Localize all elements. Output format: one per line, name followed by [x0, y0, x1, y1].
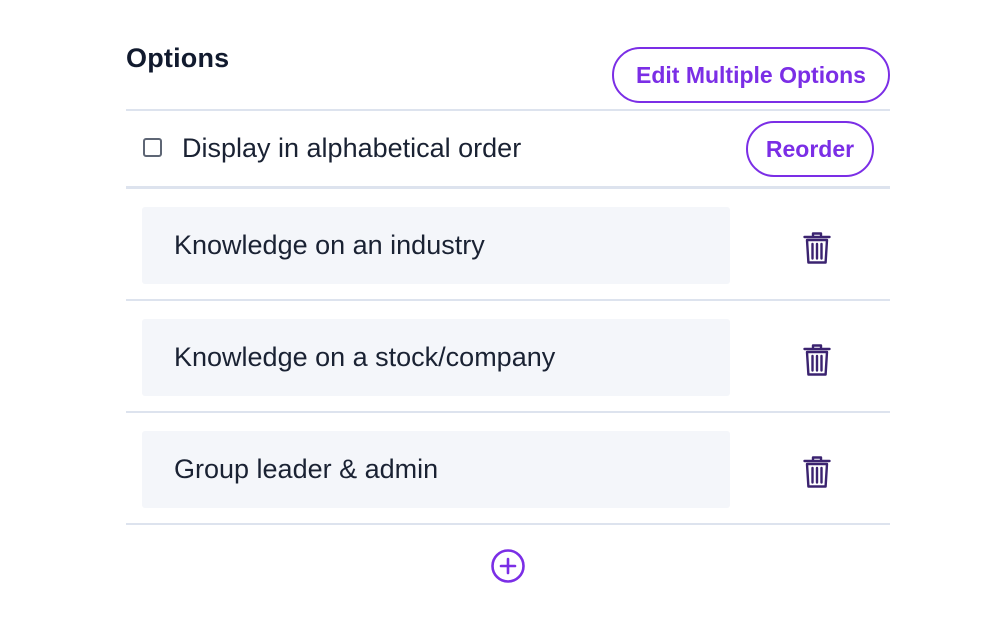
reorder-button[interactable]: Reorder — [746, 121, 874, 177]
plus-circle-icon — [491, 549, 525, 583]
alphabetical-order-label[interactable]: Display in alphabetical order — [182, 133, 521, 164]
alphabetical-order-checkbox[interactable] — [143, 138, 162, 157]
options-header: Options Edit Multiple Options — [126, 0, 890, 110]
add-option-button[interactable] — [490, 548, 526, 584]
option-row: Knowledge on an industry — [126, 189, 890, 301]
trash-icon[interactable] — [802, 343, 832, 377]
section-title: Options — [126, 43, 230, 73]
row-divider — [126, 523, 890, 525]
option-input[interactable]: Knowledge on an industry — [142, 207, 730, 284]
edit-multiple-options-button[interactable]: Edit Multiple Options — [612, 47, 890, 103]
option-row: Group leader & admin — [126, 413, 890, 525]
option-input[interactable]: Knowledge on a stock/company — [142, 319, 730, 396]
option-row: Knowledge on a stock/company — [126, 301, 890, 413]
trash-icon[interactable] — [802, 455, 832, 489]
option-input[interactable]: Group leader & admin — [142, 431, 730, 508]
options-controls: Display in alphabetical order Reorder — [126, 111, 890, 186]
options-panel: Options Edit Multiple Options Display in… — [126, 0, 890, 630]
trash-icon[interactable] — [802, 231, 832, 265]
